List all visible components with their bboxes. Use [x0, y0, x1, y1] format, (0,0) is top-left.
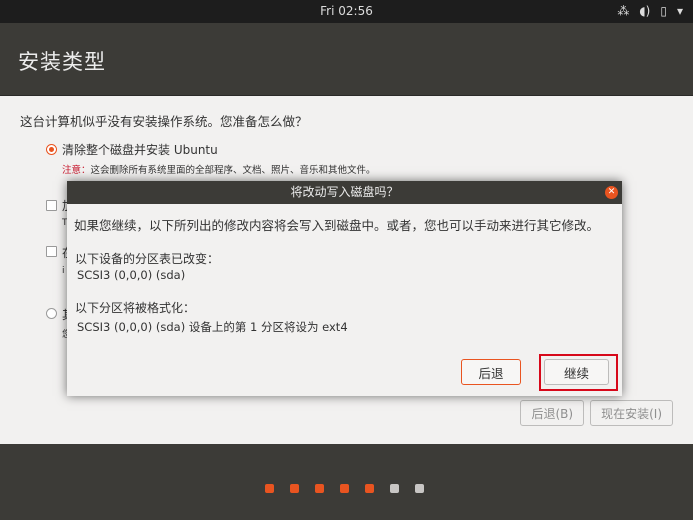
close-icon[interactable]: ✕ — [605, 186, 618, 199]
chevron-down-icon[interactable]: ▾ — [677, 3, 683, 19]
radio-something-else[interactable] — [46, 308, 57, 319]
note-text: 这会删除所有系统里面的全部程序、文档、照片、音乐和其他文件。 — [90, 165, 376, 176]
top-bar: Fri 02:56 ⁂ ◖) ▯ ▾ — [0, 0, 693, 23]
continue-highlight-box — [539, 354, 618, 391]
option-erase-disk-note: 注意：这会删除所有系统里面的全部程序、文档、照片、音乐和其他文件。 — [62, 162, 376, 176]
page-buttons: 后退(B) 现在安装(I) — [520, 400, 673, 426]
radio-erase-disk[interactable] — [46, 144, 57, 155]
checkbox-option-3[interactable] — [46, 246, 57, 257]
progress-dot-1 — [265, 484, 274, 493]
format-heading: 以下分区将被格式化： — [75, 301, 196, 315]
partition-table-device: SCSI3 (0,0,0) (sda) — [77, 268, 186, 282]
checkbox-option-2[interactable] — [46, 200, 57, 211]
progress-dots — [265, 484, 424, 493]
format-detail: SCSI3 (0,0,0) (sda) 设备上的第 1 分区将设为 ext4 — [77, 320, 348, 334]
progress-dot-5 — [365, 484, 374, 493]
battery-icon[interactable]: ▯ — [660, 3, 667, 19]
page-header: 安装类型 — [0, 23, 693, 96]
clock[interactable]: Fri 02:56 — [0, 4, 693, 18]
progress-dot-7 — [415, 484, 424, 493]
question-text: 这台计算机似乎没有安装操作系统。您准备怎么做？ — [20, 114, 308, 129]
partition-table-heading: 以下设备的分区表已改变： — [75, 252, 220, 266]
footer — [0, 444, 693, 520]
dialog-title: 将改动写入磁盘吗？ — [67, 181, 622, 204]
dialog-message: 如果您继续，以下所列出的修改内容将会写入到磁盘中。或者，您也可以手动来进行其它修… — [74, 218, 600, 233]
note-prefix: 注意： — [62, 165, 91, 176]
back-button[interactable]: 后退(B) — [520, 400, 585, 426]
option-3-sub-fragment: i — [62, 266, 65, 276]
system-tray[interactable]: ⁂ ◖) ▯ ▾ — [617, 3, 683, 19]
page-title: 安装类型 — [18, 50, 106, 74]
volume-icon[interactable]: ◖) — [639, 3, 650, 19]
option-erase-disk-label[interactable]: 清除整个磁盘并安装 Ubuntu — [62, 141, 218, 158]
network-icon[interactable]: ⁂ — [617, 3, 629, 19]
progress-dot-2 — [290, 484, 299, 493]
progress-dot-4 — [340, 484, 349, 493]
progress-dot-6 — [390, 484, 399, 493]
dialog-back-button[interactable]: 后退 — [461, 359, 521, 385]
progress-dot-3 — [315, 484, 324, 493]
install-now-button[interactable]: 现在安装(I) — [590, 400, 673, 426]
